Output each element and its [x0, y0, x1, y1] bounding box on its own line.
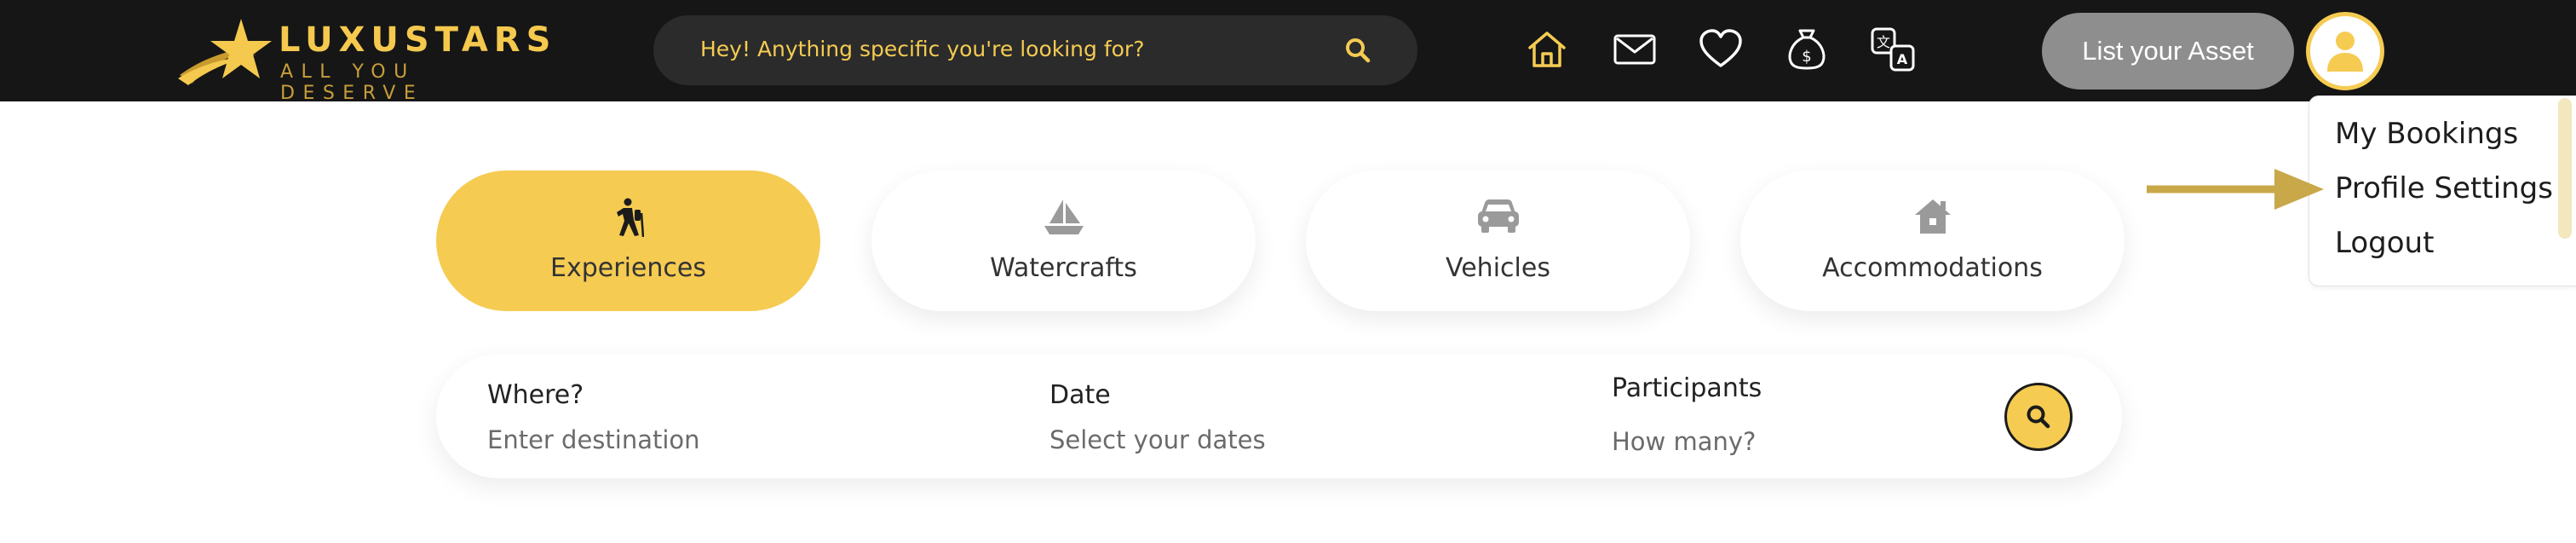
search-submit-button[interactable] [2004, 383, 2073, 451]
svg-text:A: A [1897, 51, 1908, 67]
list-your-asset-button[interactable]: List your Asset [2042, 13, 2294, 90]
category-label: Watercrafts [990, 253, 1137, 283]
date-label: Date [1049, 380, 1111, 410]
destination-input[interactable]: Enter destination [487, 425, 700, 454]
menu-item-profile-settings[interactable]: Profile Settings [2335, 171, 2553, 205]
participants-input[interactable]: How many? [1612, 427, 1756, 456]
booking-search-form: Where? Enter destination Date Select you… [436, 355, 2122, 478]
hiker-icon [616, 198, 644, 237]
category-label: Experiences [550, 253, 706, 283]
pointer-arrow-icon [2147, 169, 2324, 210]
menu-item-logout[interactable]: Logout [2335, 226, 2434, 260]
search-icon[interactable] [1345, 38, 1371, 63]
global-search-bar[interactable]: Hey! Anything specific you're looking fo… [653, 15, 1417, 85]
category-vehicles[interactable]: Vehicles [1306, 170, 1690, 311]
svg-text:$: $ [1802, 48, 1811, 66]
category-watercrafts[interactable]: Watercrafts [871, 170, 1256, 311]
shooting-star-icon [178, 19, 272, 85]
money-bag-icon[interactable]: $ [1783, 26, 1831, 73]
top-navigation-bar: LUXUSTARS ALL YOU DESERVE Hey! Anything … [0, 0, 2576, 104]
car-icon [1477, 199, 1519, 233]
category-experiences[interactable]: Experiences [436, 170, 820, 311]
category-accommodations[interactable]: Accommodations [1740, 170, 2125, 311]
menu-item-my-bookings[interactable]: My Bookings [2335, 117, 2518, 151]
participants-label: Participants [1612, 373, 1762, 403]
category-label: Vehicles [1446, 253, 1550, 283]
house-icon [1914, 199, 1951, 234]
dropdown-scrollbar[interactable] [2558, 98, 2572, 239]
date-picker-input[interactable]: Select your dates [1049, 425, 1266, 454]
brand-tagline: ALL YOU DESERVE [280, 61, 424, 104]
heart-icon[interactable] [1697, 26, 1745, 73]
search-input[interactable]: Hey! Anything specific you're looking fo… [700, 37, 1144, 61]
search-icon [2027, 405, 2050, 429]
user-icon [2327, 32, 2363, 72]
mail-icon[interactable] [1611, 26, 1659, 73]
user-dropdown-menu: My Bookings Profile Settings Logout [2309, 95, 2576, 286]
translate-icon[interactable]: 文 A [1869, 26, 1917, 73]
brand-logo[interactable]: LUXUSTARS ALL YOU DESERVE [175, 15, 550, 104]
where-label: Where? [487, 380, 584, 410]
category-label: Accommodations [1822, 253, 2043, 283]
brand-name: LUXUSTARS [279, 20, 557, 60]
home-icon[interactable] [1523, 26, 1571, 73]
svg-text:文: 文 [1877, 34, 1890, 50]
sailboat-icon [1044, 199, 1084, 234]
user-avatar-button[interactable] [2306, 12, 2384, 90]
